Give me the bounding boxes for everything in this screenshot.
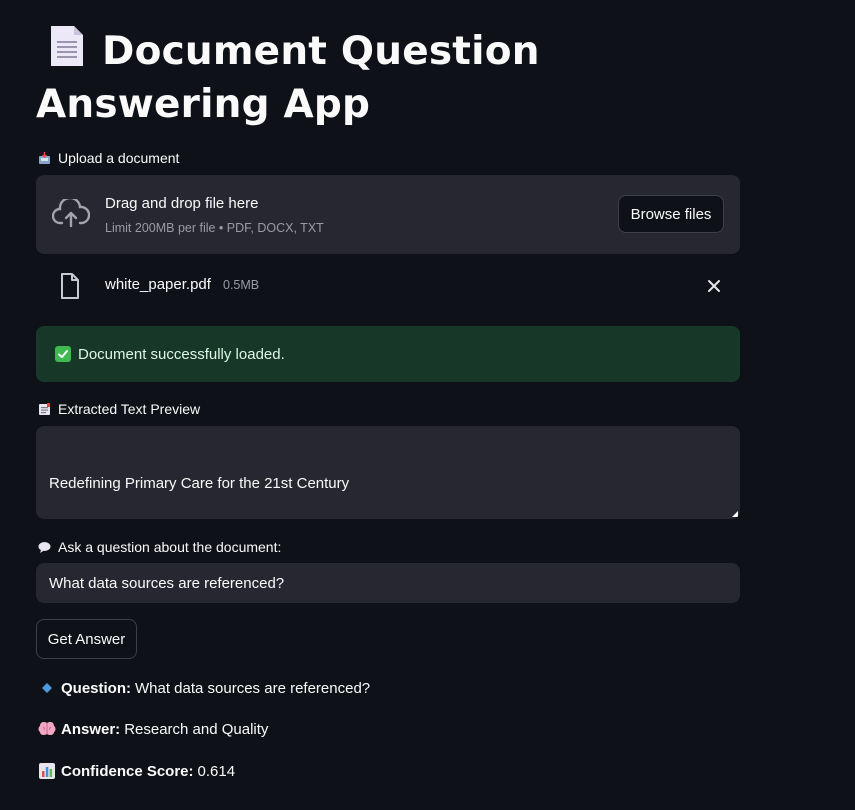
- upload-label-text: Upload a document: [58, 150, 180, 166]
- brain-icon: [38, 720, 56, 738]
- question-label-text: Ask a question about the document:: [58, 539, 282, 555]
- resize-handle-icon[interactable]: [732, 511, 738, 517]
- uploaded-file-name: white_paper.pdf: [105, 276, 211, 293]
- success-message: Document successfully loaded.: [78, 345, 285, 363]
- answer-result-label: Answer:: [61, 720, 121, 738]
- check-mark-icon: [55, 346, 71, 362]
- speech-balloon-icon: [36, 541, 52, 554]
- success-alert: Document successfully loaded.: [36, 326, 740, 382]
- question-result-value: What data sources are referenced?: [135, 679, 371, 697]
- page-title: Document Question Answering App: [36, 24, 756, 131]
- answer-result-value: Research and Quality: [124, 720, 269, 738]
- file-dropzone[interactable]: Drag and drop file here Limit 200MB per …: [36, 175, 740, 254]
- question-input-value: What data sources are referenced?: [49, 574, 285, 592]
- preview-label: Extracted Text Preview: [36, 401, 200, 417]
- confidence-result-value: 0.614: [197, 762, 236, 780]
- uploaded-file-size: 0.5MB: [223, 278, 260, 292]
- uploaded-file-item: white_paper.pdf 0.5MB: [36, 266, 740, 306]
- extracted-text-content: Redefining Primary Care for the 21st Cen…: [49, 475, 350, 492]
- upload-label: Upload a document: [36, 150, 179, 166]
- cloud-upload-icon: [52, 199, 90, 228]
- bookmark-tabs-icon: [36, 402, 52, 416]
- browse-files-button[interactable]: Browse files: [618, 195, 724, 233]
- bar-chart-icon: [38, 762, 56, 780]
- result-confidence: Confidence Score: 0.614: [38, 762, 235, 780]
- confidence-result-label: Confidence Score:: [61, 762, 194, 780]
- close-icon[interactable]: [704, 276, 724, 296]
- preview-label-text: Extracted Text Preview: [58, 401, 201, 417]
- question-result-label: Question:: [61, 679, 131, 697]
- dropzone-limit-text: Limit 200MB per file • PDF, DOCX, TXT: [105, 221, 324, 235]
- get-answer-button[interactable]: Get Answer: [36, 619, 137, 659]
- dropzone-instructions: Drag and drop file here: [105, 195, 259, 212]
- page-document-icon: [51, 26, 83, 66]
- result-question: Question: What data sources are referenc…: [38, 679, 370, 697]
- page-title-text: Document Question Answering App: [36, 29, 540, 127]
- small-blue-diamond-icon: [38, 679, 56, 697]
- file-icon: [61, 273, 79, 299]
- question-label: Ask a question about the document:: [36, 539, 281, 555]
- inbox-tray-icon: [36, 151, 52, 165]
- extracted-text-area[interactable]: Redefining Primary Care for the 21st Cen…: [36, 426, 740, 519]
- result-answer: Answer: Research and Quality: [38, 720, 268, 738]
- question-input[interactable]: What data sources are referenced?: [36, 563, 740, 603]
